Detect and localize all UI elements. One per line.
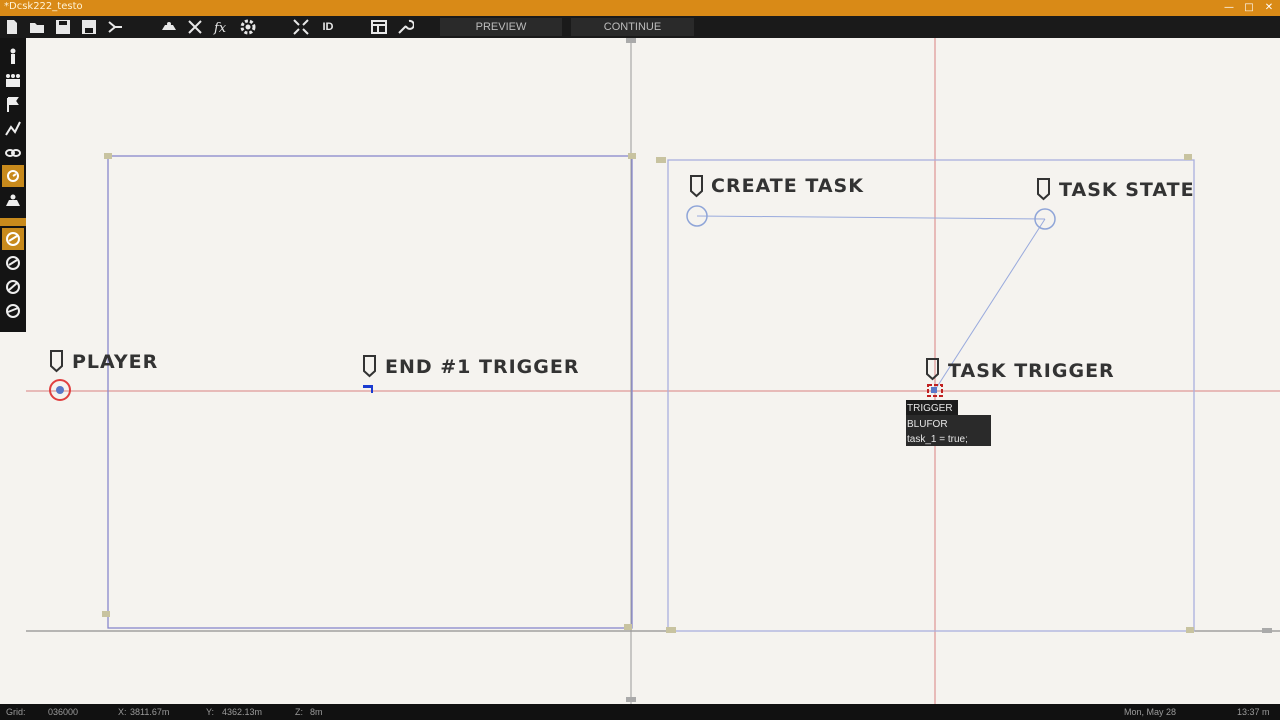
z-coordinate: 8m (310, 707, 323, 717)
status-date: Mon, May 28 (1124, 707, 1177, 717)
x-coordinate: 3811.67m (130, 707, 170, 717)
hover-tooltip: TRIGGER BLUFOR task_1 = true; (906, 400, 991, 446)
task-trigger-flag-icon (931, 387, 937, 393)
task-trigger-entity[interactable]: TASK TRIGGER (926, 358, 1115, 397)
continue-button[interactable]: CONTINUE (571, 18, 694, 36)
id-toggle-button[interactable]: ID (316, 18, 340, 36)
editor-map-canvas[interactable]: CREATE TASK TASK STATE PLAYER END #1 TRI… (26, 38, 1280, 704)
units-mode-icon[interactable] (2, 46, 24, 68)
wrench-icon[interactable] (396, 18, 414, 36)
create-task-to-state-link (696, 215, 1046, 220)
modules-icon[interactable] (2, 190, 24, 212)
create-task-label: CREATE TASK (711, 175, 864, 197)
task-area-corner-handles[interactable] (656, 154, 1194, 633)
create-task-module[interactable]: CREATE TASK (686, 175, 864, 227)
tooltip-side: BLUFOR (907, 419, 948, 430)
link-icon[interactable] (2, 142, 24, 164)
minimize-icon[interactable]: — (1222, 0, 1236, 16)
end-trigger-label: END #1 TRIGGER (385, 356, 579, 378)
tool-divider (0, 218, 26, 226)
y-coordinate: 4362.13m (222, 707, 263, 717)
entity-mode-toolbar (0, 38, 26, 332)
task-state-module[interactable]: TASK STATE (1034, 178, 1195, 230)
player-label: PLAYER (72, 351, 158, 373)
layout-icon[interactable] (370, 18, 388, 36)
end-trigger-entity[interactable]: END #1 TRIGGER (363, 355, 579, 393)
status-bar: Grid: 036000 X: 3811.67m Y: 4362.13m Z: … (0, 704, 1280, 720)
triggers-mode-icon[interactable] (2, 165, 24, 187)
open-folder-icon[interactable] (28, 18, 46, 36)
layer-one-icon[interactable] (2, 228, 24, 250)
gear-icon[interactable] (239, 18, 257, 36)
export-icon[interactable] (106, 18, 124, 36)
layer-four-icon[interactable] (2, 300, 24, 322)
layer-two-icon[interactable] (2, 252, 24, 274)
waypoints-icon[interactable] (2, 118, 24, 140)
player-unit[interactable]: PLAYER (49, 350, 158, 401)
grid-label: Grid: (6, 707, 26, 717)
module-pin-icon (1037, 178, 1050, 201)
player-marker-dot (56, 386, 64, 394)
status-time: 13:37 m (1237, 707, 1270, 717)
end-trigger-area[interactable] (107, 155, 633, 629)
trigger-pin-icon (363, 355, 376, 378)
title-bar: *Dcsk222_testo — □ ✕ (0, 0, 1280, 16)
preview-button[interactable]: PREVIEW (440, 18, 562, 36)
trigger-pin-icon (926, 358, 939, 381)
tooltip-type: TRIGGER (907, 403, 953, 414)
expand-icon[interactable] (292, 18, 310, 36)
tooltip-condition: task_1 = true; (907, 434, 968, 445)
close-icon[interactable]: ✕ (1262, 0, 1276, 16)
save-icon[interactable] (54, 18, 72, 36)
task-state-label: TASK STATE (1059, 179, 1195, 201)
groups-mode-icon[interactable] (2, 70, 24, 92)
grid-value: 036000 (48, 707, 79, 717)
module-pin-icon (690, 175, 703, 198)
task-trigger-label: TASK TRIGGER (948, 360, 1115, 382)
save-as-icon[interactable] (80, 18, 98, 36)
flag-icon[interactable] (2, 94, 24, 116)
end-trigger-flag-icon[interactable] (363, 385, 373, 393)
window-title: *Dcsk222_testo (4, 1, 83, 12)
attributes-icon[interactable] (160, 18, 178, 36)
layer-three-icon[interactable] (2, 276, 24, 298)
functions-icon[interactable]: fx (212, 18, 230, 36)
maximize-icon[interactable]: □ (1242, 0, 1256, 16)
y-label: Y: (206, 707, 215, 717)
z-label: Z: (295, 707, 303, 717)
new-file-icon[interactable] (3, 18, 21, 36)
toolbar: fx ID PREVIEW CONTINUE (0, 16, 1280, 38)
svg-text:fx: fx (213, 21, 227, 36)
x-label: X: (118, 707, 127, 717)
unit-pin-icon (50, 350, 63, 373)
tools-icon[interactable] (186, 18, 204, 36)
